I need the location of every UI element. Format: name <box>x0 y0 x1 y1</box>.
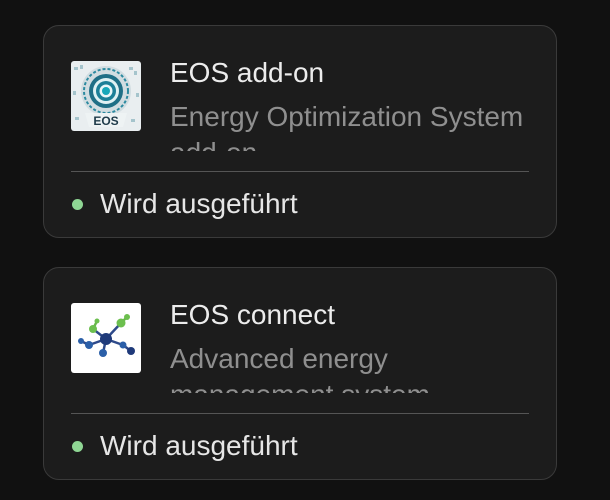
divider <box>71 413 529 414</box>
status-label: Wird ausgeführt <box>100 430 298 461</box>
addon-card-eos-addon[interactable]: EOS EOS add-on Energy Optimization Syste… <box>43 25 557 238</box>
addon-status: Wird ausgeführt <box>72 428 298 464</box>
network-graph-icon <box>71 303 141 373</box>
eos-logo-icon: EOS <box>71 61 141 131</box>
addon-status: Wird ausgeführt <box>72 186 298 222</box>
addon-card-header[interactable]: EOS connect Advanced energy management s… <box>44 268 556 414</box>
eos-logo-text: EOS <box>93 114 118 128</box>
addon-description: Energy Optimization System add-on <box>170 101 524 151</box>
running-status-dot-icon <box>72 198 83 210</box>
divider <box>71 171 529 172</box>
addon-title: EOS connect <box>170 299 335 330</box>
running-status-dot-icon <box>72 440 83 452</box>
addon-description: Advanced energy management system <box>170 343 430 393</box>
status-label: Wird ausgeführt <box>100 188 298 219</box>
addon-card-header[interactable]: EOS EOS add-on Energy Optimization Syste… <box>44 26 556 172</box>
addon-title: EOS add-on <box>170 57 325 88</box>
addon-card-eos-connect[interactable]: EOS connect Advanced energy management s… <box>43 267 557 480</box>
